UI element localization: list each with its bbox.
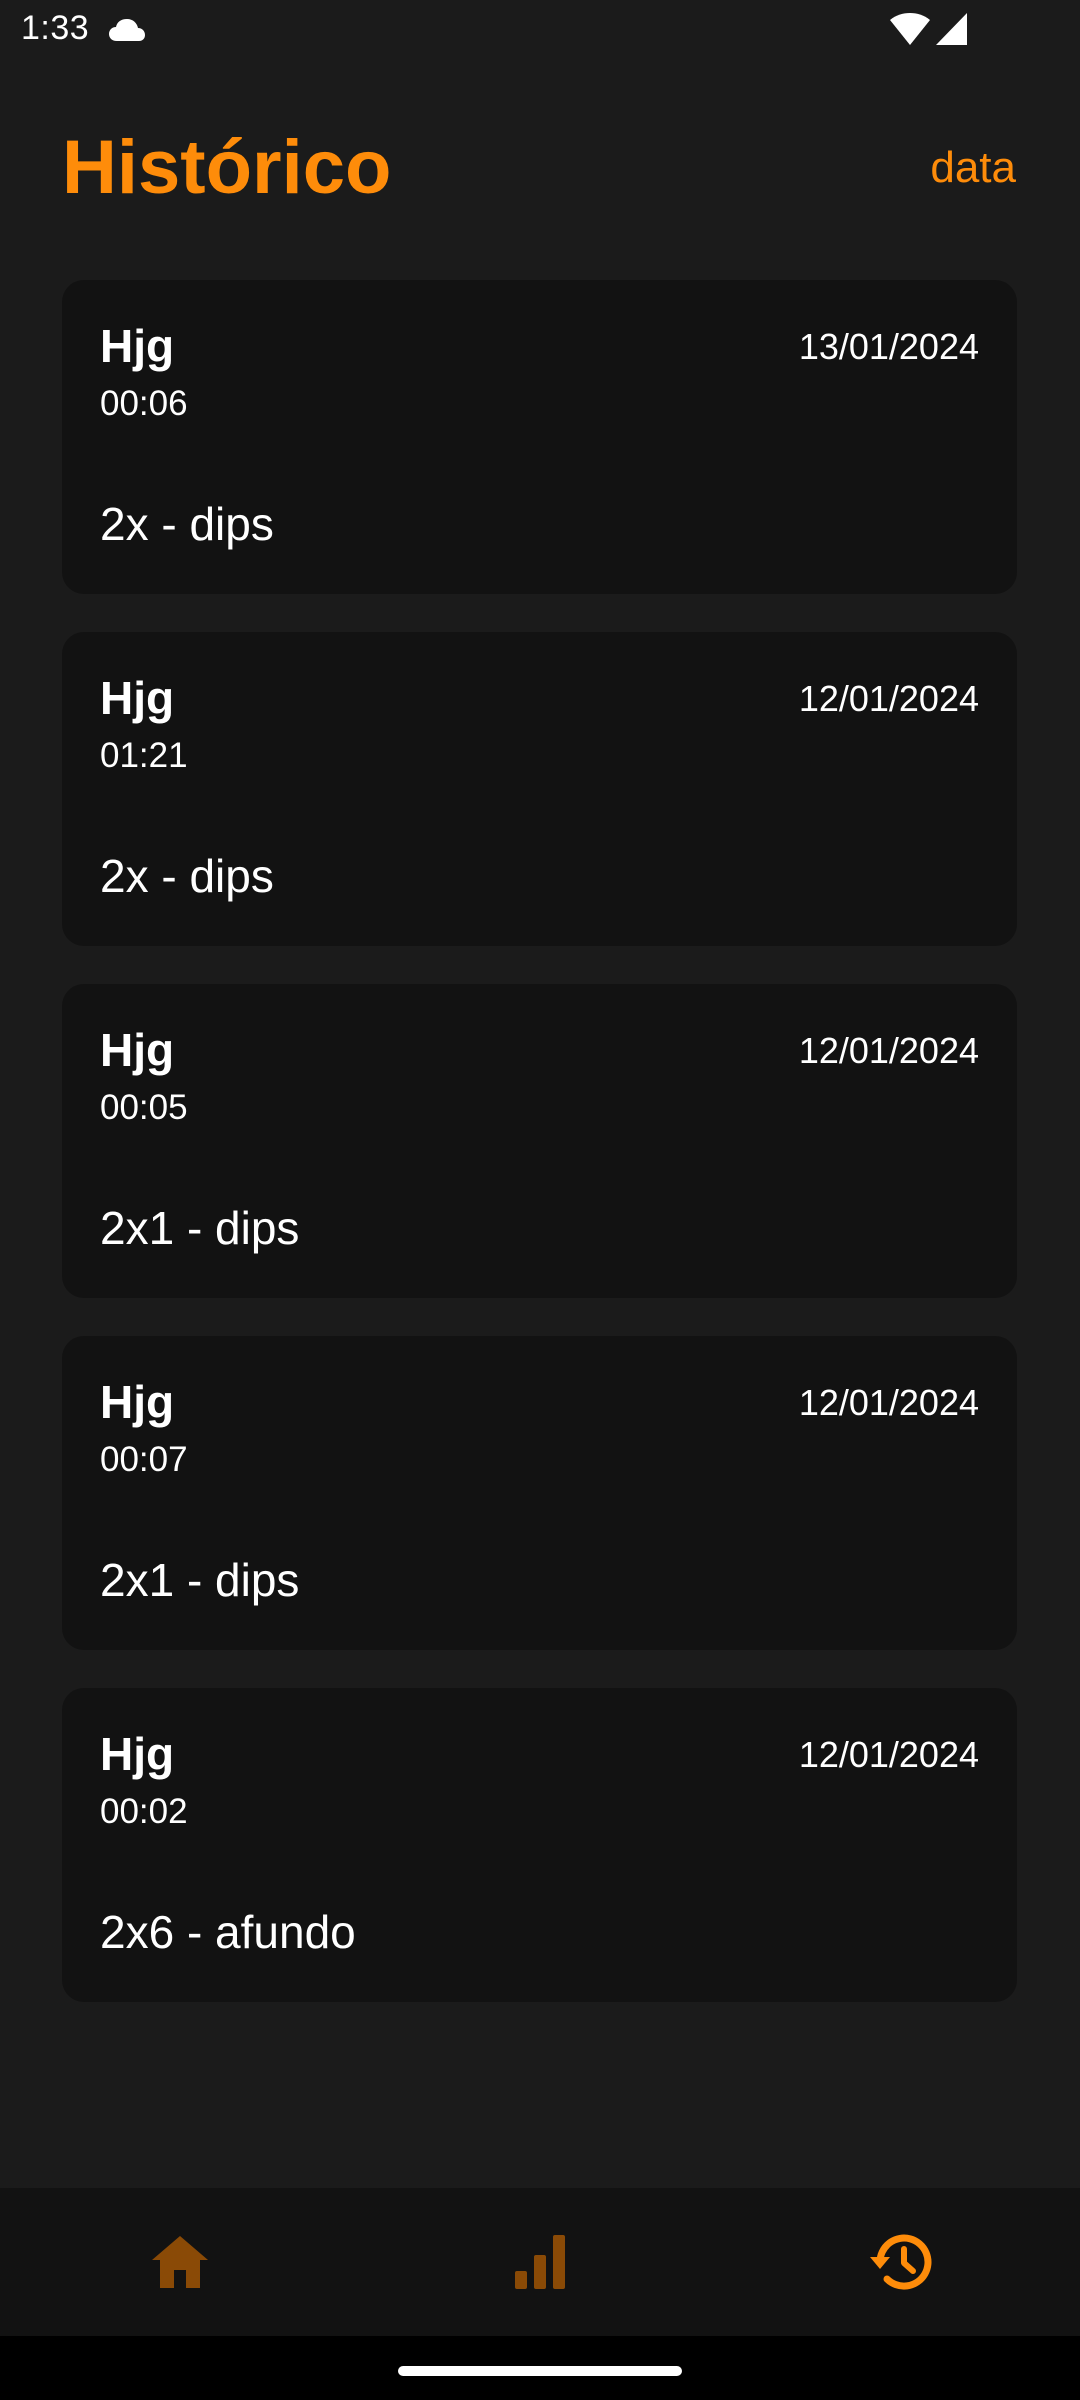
signal-icon bbox=[936, 12, 968, 46]
bar-chart-icon bbox=[513, 2233, 567, 2291]
page-title: Histórico bbox=[62, 125, 392, 210]
card-duration: 00:06 bbox=[100, 384, 188, 423]
card-exercise: 2x - dips bbox=[100, 850, 274, 902]
card-date: 12/01/2024 bbox=[798, 678, 979, 719]
history-card[interactable]: Hjg 12/01/2024 00:07 2x1 - dips bbox=[62, 1336, 1017, 1650]
history-card[interactable]: Hjg 12/01/2024 01:21 2x - dips bbox=[62, 632, 1017, 946]
card-duration: 00:02 bbox=[100, 1792, 188, 1831]
history-card[interactable]: Hjg 13/01/2024 00:06 2x - dips bbox=[62, 280, 1017, 594]
card-workout-name: Hjg bbox=[100, 1728, 175, 1780]
history-icon bbox=[867, 2231, 933, 2293]
status-time: 1:33 bbox=[21, 9, 90, 47]
bottom-navigation bbox=[0, 2188, 1080, 2336]
card-workout-name: Hjg bbox=[100, 1376, 175, 1428]
card-duration: 00:07 bbox=[100, 1440, 188, 1479]
history-card[interactable]: Hjg 12/01/2024 00:05 2x1 - dips bbox=[62, 984, 1017, 1298]
card-workout-name: Hjg bbox=[100, 320, 175, 372]
card-workout-name: Hjg bbox=[100, 1024, 175, 1076]
card-date: 12/01/2024 bbox=[798, 1734, 979, 1775]
card-exercise: 2x6 - afundo bbox=[100, 1906, 356, 1958]
card-exercise: 2x1 - dips bbox=[100, 1554, 300, 1606]
card-date: 12/01/2024 bbox=[798, 1030, 979, 1071]
home-gesture-handle[interactable] bbox=[398, 2366, 682, 2376]
card-duration: 00:05 bbox=[100, 1088, 188, 1127]
screen: 1:33 Histórico data Hjg 13/01/2024 00:06… bbox=[0, 0, 1080, 2400]
card-duration: 01:21 bbox=[100, 736, 188, 775]
system-gesture-area bbox=[0, 2336, 1080, 2400]
card-exercise: 2x - dips bbox=[100, 498, 274, 550]
home-icon bbox=[150, 2234, 210, 2290]
status-bar: 1:33 bbox=[0, 0, 1080, 62]
wifi-icon bbox=[890, 12, 930, 46]
history-card[interactable]: Hjg 12/01/2024 00:02 2x6 - afundo bbox=[62, 1688, 1017, 2002]
card-date: 13/01/2024 bbox=[798, 326, 979, 367]
nav-home-button[interactable] bbox=[0, 2188, 360, 2336]
card-exercise: 2x1 - dips bbox=[100, 1202, 300, 1254]
cloud-icon bbox=[108, 18, 146, 42]
history-list: Hjg 13/01/2024 00:06 2x - dips Hjg 12/01… bbox=[62, 280, 1017, 2040]
card-date: 12/01/2024 bbox=[798, 1382, 979, 1423]
sort-by-date-button[interactable]: data bbox=[930, 142, 1016, 194]
nav-stats-button[interactable] bbox=[360, 2188, 720, 2336]
nav-history-button[interactable] bbox=[720, 2188, 1080, 2336]
card-workout-name: Hjg bbox=[100, 672, 175, 724]
